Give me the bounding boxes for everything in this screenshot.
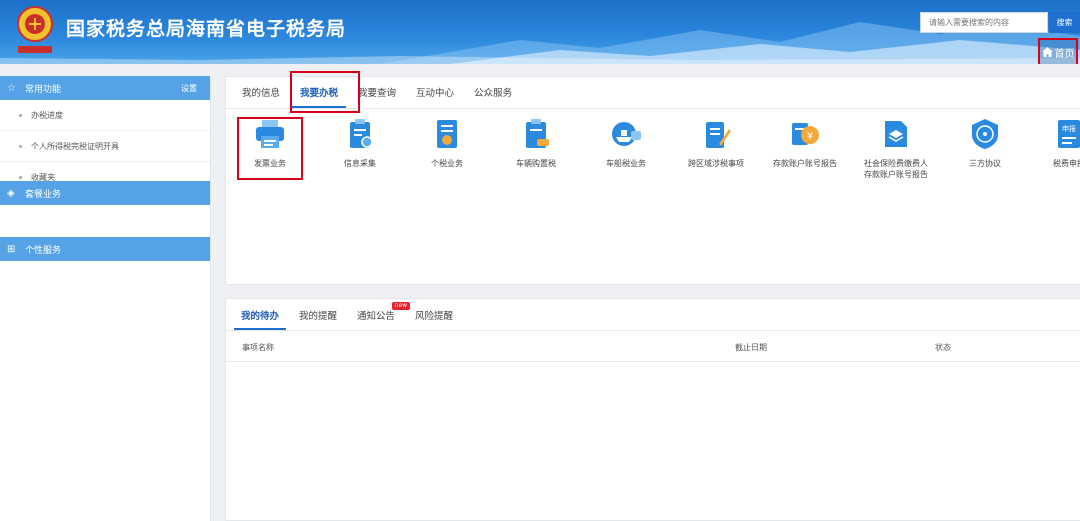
tab-announcements[interactable]: 通知公告 new <box>350 302 411 330</box>
column-header-status: 状态 <box>935 343 951 352</box>
layers-icon: ◈ <box>7 187 15 199</box>
service-info-collection[interactable]: 信息采集 <box>317 117 403 169</box>
settings-link[interactable]: 设置 <box>181 83 197 94</box>
service-tax-declaration[interactable]: 申报 税费申报 <box>1026 117 1080 169</box>
tab-my-info[interactable]: 我的信息 <box>234 85 288 108</box>
site-title: 国家税务总局海南省电子税务局 <box>66 18 347 40</box>
tab-my-reminders[interactable]: 我的提醒 <box>292 308 344 330</box>
service-grid: 发票业务 信息采集 个税业务 车辆购置税 车船税业务 跨区域涉税事项 ¥ 存款账… <box>226 117 1080 197</box>
edit-document-icon <box>706 122 731 148</box>
service-tripartite-agreement[interactable]: 三方协议 <box>942 117 1028 169</box>
tab-label: 通知公告 <box>357 311 396 322</box>
service-deposit-account-report[interactable]: ¥ 存款账户账号报告 <box>762 117 848 169</box>
service-vehicle-purchase-tax[interactable]: 车辆购置税 <box>493 117 579 169</box>
tab-interaction[interactable]: 互动中心 <box>408 85 462 108</box>
sidebar-item-label: 办税进度 <box>31 110 63 120</box>
home-link-label: 首页 <box>1054 48 1075 60</box>
declare-icon: 申报 <box>1058 120 1080 148</box>
sidebar-section-package[interactable]: ◈ 套餐业务 <box>0 181 210 205</box>
todo-table-header: 事项名称 截止日期 状态 <box>226 331 1080 362</box>
search-input[interactable] <box>920 12 1048 33</box>
bullet-icon <box>19 175 22 179</box>
service-label: 税费申报 <box>1053 159 1080 168</box>
service-label-line2: 存款账户账号报告 <box>864 170 928 179</box>
sidebar-section-personal[interactable]: ⊞ 个性服务 <box>0 237 210 261</box>
service-label: 信息采集 <box>344 159 376 168</box>
service-label: 车船税业务 <box>606 159 646 168</box>
tax-emblem-logo <box>17 6 53 53</box>
sidebar-item-tax-certificate[interactable]: 个人所得税完税证明开具 <box>0 131 210 162</box>
yuan-coin-icon: ¥ <box>792 123 819 145</box>
sidebar-section-common[interactable]: ☆ 常用功能 设置 <box>0 76 210 100</box>
home-icon <box>1041 47 1053 57</box>
service-label: 存款账户账号报告 <box>773 159 837 168</box>
column-header-item-name: 事项名称 <box>242 343 274 352</box>
service-label: 车辆购置税 <box>516 159 556 168</box>
car-clipboard-icon <box>526 119 549 148</box>
tab-risk-alerts[interactable]: 风险提醒 <box>408 308 460 330</box>
service-label: 个税业务 <box>431 159 463 168</box>
bullet-icon <box>19 113 22 117</box>
todo-panel: 我的待办 我的提醒 通知公告 new 风险提醒 事项名称 截止日期 状态 <box>225 298 1080 521</box>
sidebar-item-label: 个人所得税完税证明开具 <box>31 141 119 151</box>
bullet-icon <box>19 144 22 148</box>
layers-folder-icon <box>885 121 907 147</box>
service-label: 三方协议 <box>969 159 1001 168</box>
sidebar-empty-area <box>0 205 210 237</box>
home-link[interactable]: 首页 <box>1038 38 1078 64</box>
service-label-line1: 社会保险费缴费人 <box>864 159 928 168</box>
tab-public-service[interactable]: 公众服务 <box>466 85 520 108</box>
tax-services-panel: 我的信息 我要办税 我要查询 互动中心 公众服务 发票业务 信息采集 个税业务 … <box>225 71 1080 285</box>
header-banner: 国家税务总局海南省电子税务局 搜索 首页 <box>0 0 1080 64</box>
service-vehicle-vessel-tax[interactable]: 车船税业务 <box>583 117 669 169</box>
declare-icon-badge: 申报 <box>1062 124 1076 133</box>
service-label: 社会保险费缴费人 存款账户账号报告 <box>853 158 939 180</box>
sidebar-section-title: 个性服务 <box>25 245 62 256</box>
service-label: 跨区域涉税事项 <box>688 159 744 168</box>
sidebar: ☆ 常用功能 设置 办税进度 个人所得税完税证明开具 收藏夹 ◈ 套餐业务 ⊞ … <box>0 76 211 521</box>
grid-icon: ⊞ <box>7 243 16 255</box>
clipboard-icon <box>350 119 373 148</box>
column-header-deadline: 截止日期 <box>735 343 767 352</box>
service-social-insurance-account-report[interactable]: 社会保险费缴费人 存款账户账号报告 <box>853 117 939 180</box>
svg-text:¥: ¥ <box>807 131 813 142</box>
agreement-shield-icon <box>972 119 998 149</box>
search-button[interactable]: 搜索 <box>1049 12 1080 33</box>
highlight-box-tab <box>290 71 360 113</box>
document-star-icon <box>437 120 457 148</box>
ship-icon <box>612 122 641 146</box>
highlight-box-invoice <box>237 117 303 180</box>
todo-tabs: 我的待办 我的提醒 通知公告 new 风险提醒 <box>226 299 1080 331</box>
sidebar-section-title: 套餐业务 <box>25 189 62 200</box>
service-cross-region[interactable]: 跨区域涉税事项 <box>673 117 759 169</box>
sidebar-item-progress[interactable]: 办税进度 <box>0 100 210 131</box>
service-personal-tax[interactable]: 个税业务 <box>404 117 490 169</box>
tab-my-todo[interactable]: 我的待办 <box>234 308 287 330</box>
sidebar-section-title: 常用功能 <box>25 84 62 95</box>
star-icon: ☆ <box>7 82 16 94</box>
